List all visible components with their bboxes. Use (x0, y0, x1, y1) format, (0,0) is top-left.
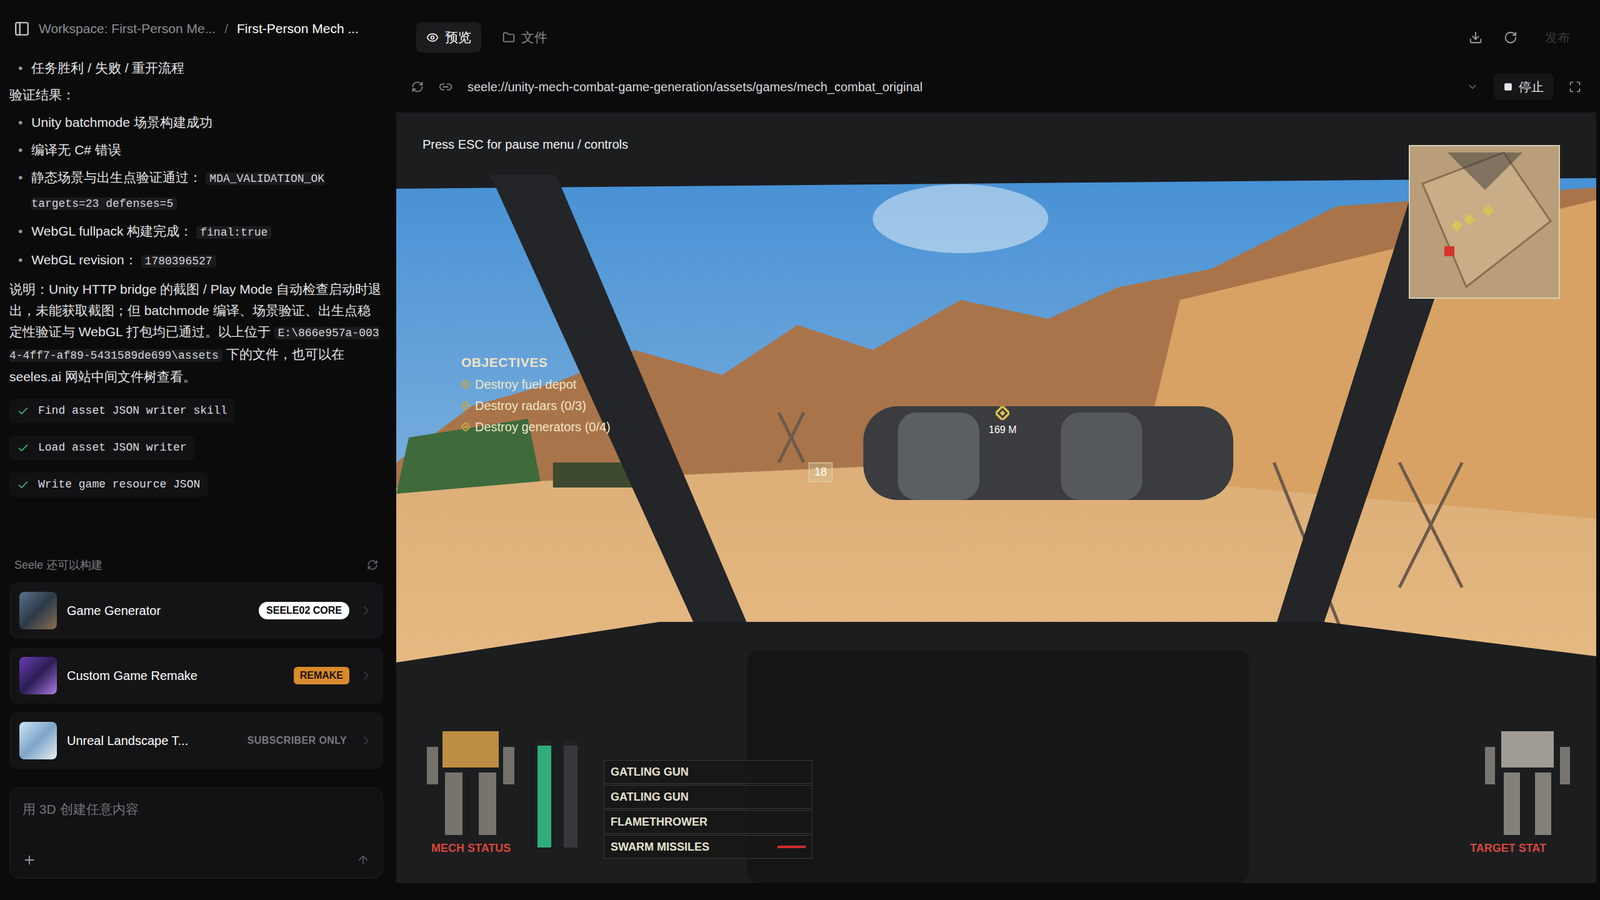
top-bullets: •任务胜利 / 失败 / 重开流程 (9, 55, 384, 82)
check-icon (16, 441, 30, 455)
suggestion-thumbnail (19, 591, 57, 630)
composer-placeholder[interactable]: 用 3D 创建任意内容 (22, 799, 370, 820)
refresh-icon[interactable] (366, 559, 379, 571)
weapon-row: GATLING GUN (603, 785, 813, 809)
results-heading: 验证结果： (9, 81, 384, 109)
stop-icon (1503, 82, 1513, 92)
suggestion-badge: SEELE02 CORE (258, 601, 350, 620)
sidebar-toggle-icon[interactable] (13, 20, 30, 37)
preview-panel: 预览文件 发布 seele://unity-mech-combat-game-gen… (392, 0, 1600, 900)
objective-diamond-icon (461, 380, 470, 389)
suggestion-card[interactable]: Custom Game RemakeREMAKE (9, 647, 384, 704)
game-viewport[interactable]: Press ESC for pause menu / controls OBJEC… (396, 112, 1597, 884)
objective-item: Destroy fuel depot (461, 375, 611, 394)
check-icon (16, 405, 30, 418)
result-item: •静态场景与出生点验证通过：MDA_VALIDATION_OK targets=… (18, 163, 384, 218)
health-bar-fill (563, 745, 578, 848)
hint-text: Press ESC for pause menu / controls (422, 135, 629, 154)
step-item: Load asset JSON writer (9, 435, 195, 460)
objectives-panel: OBJECTIVES Destroy fuel depot Destroy rada… (461, 352, 611, 437)
preview-tab[interactable]: 预览 (416, 22, 482, 53)
minimap (1408, 145, 1560, 299)
suggestion-badge: SUBSCRIBER ONLY (245, 731, 350, 750)
results-list: •Unity batchmode 场景构建成功•编译无 C# 错误•静态场景与出… (9, 108, 384, 275)
suggestion-card[interactable]: Game GeneratorSEELE02 CORE (9, 582, 384, 639)
suggestions-header: Seele 还可以构建 (9, 551, 384, 579)
distance-marker: 169 M (988, 406, 1017, 438)
download-icon[interactable] (1468, 30, 1483, 45)
objective-diamond-icon (461, 401, 470, 410)
breadcrumb-separator: / (224, 18, 229, 39)
chevron-down-icon[interactable] (1466, 80, 1479, 94)
folder-icon (502, 31, 515, 44)
weapon-alert-bar (777, 845, 806, 849)
target-status-label: TARGET STAT (1470, 840, 1547, 857)
suggestions: Seele 还可以构建 Game GeneratorSEELE02 CORE Cus… (0, 545, 393, 900)
target-status-icon (1483, 731, 1572, 838)
add-icon[interactable] (22, 853, 37, 867)
check-icon (16, 478, 30, 492)
publish-button[interactable]: 发布 (1538, 28, 1577, 47)
workspace-link[interactable]: Workspace: First-Person Me... (38, 18, 216, 39)
fullscreen-icon[interactable] (1568, 80, 1582, 94)
breadcrumb: Workspace: First-Person Me... / First-Pers… (0, 0, 393, 55)
chat-panel: Workspace: First-Person Me... / First-Pers… (0, 0, 393, 900)
reload-icon[interactable] (1503, 30, 1518, 45)
weapon-row: FLAMETHROWER (603, 810, 813, 834)
lead-marker: 18 (808, 462, 833, 482)
health-bars (537, 740, 578, 848)
weapon-row: GATLING GUN (603, 760, 813, 784)
result-item: •编译无 C# 错误 (18, 136, 384, 164)
suggestion-card[interactable]: Unreal Landscape T...SUBSCRIBER ONLY (9, 712, 384, 769)
bullet-item: •任务胜利 / 失败 / 重开流程 (18, 55, 384, 82)
inline-code: 1780396527 (141, 255, 217, 268)
eye-icon (426, 31, 439, 44)
url-bar: seele://unity-mech-combat-game-generatio… (392, 65, 1600, 109)
inline-code: MDA_VALIDATION_OK targets=23 defenses=5 (31, 172, 325, 210)
stop-button[interactable]: 停止 (1493, 73, 1554, 100)
refresh-icon[interactable] (411, 80, 424, 94)
suggestion-thumbnail (19, 721, 57, 760)
suggestion-badge: REMAKE (293, 666, 350, 685)
link-icon (438, 80, 453, 94)
send-icon[interactable] (356, 853, 370, 867)
weapon-row: SWARM MISSILES (603, 835, 813, 859)
inline-code: final:true (196, 226, 272, 239)
health-bar-fill (537, 745, 552, 848)
mech-status-label: MECH STATUS (431, 840, 511, 857)
weapon-list: GATLING GUNGATLING GUNFLAMETHROWERSWARM … (603, 760, 813, 859)
app: Workspace: First-Person Me... / First-Pers… (0, 0, 1600, 900)
objective-item: Destroy radars (0/3) (461, 396, 611, 415)
step-item: Find asset JSON writer skill (9, 398, 235, 424)
path-code: E:\866e957a-0034-4ff7-af89-5431589de699\… (9, 326, 380, 362)
preview-tab[interactable]: 文件 (492, 22, 558, 53)
result-item: •WebGL fullpack 构建完成：final:true (18, 217, 384, 247)
project-title: First-Person Mech ... (236, 18, 359, 39)
objectives-title: OBJECTIVES (461, 352, 611, 373)
result-item: •Unity batchmode 场景构建成功 (18, 108, 384, 137)
open-icon[interactable] (359, 733, 374, 748)
objective-diamond-icon (461, 422, 470, 432)
open-icon[interactable] (359, 603, 374, 618)
result-item: •WebGL revision：1780396527 (18, 246, 384, 275)
url-text[interactable]: seele://unity-mech-combat-game-generatio… (467, 77, 1452, 97)
health-bar (563, 740, 578, 848)
minimap-icon (1410, 146, 1559, 298)
mech-status-icon (423, 731, 518, 838)
step-list: Find asset JSON writer skill Load asset J… (9, 398, 384, 497)
objective-item: Destroy generators (0/4) (461, 417, 611, 437)
note-paragraph: 说明：Unity HTTP bridge 的截图 / Play Mode 自动检… (9, 278, 384, 388)
step-item: Write game resource JSON (9, 472, 208, 497)
target-diamond-icon (995, 406, 1010, 420)
health-bar (537, 740, 552, 848)
chat-messages: •任务胜利 / 失败 / 重开流程验证结果：•Unity batchmode 场… (0, 55, 393, 545)
suggestion-list: Game GeneratorSEELE02 CORE Custom Game Re… (9, 582, 384, 769)
preview-toolbar: 预览文件 发布 (392, 0, 1600, 65)
suggestion-thumbnail (19, 656, 57, 695)
composer[interactable]: 用 3D 创建任意内容 (9, 787, 384, 879)
open-icon[interactable] (359, 668, 374, 683)
